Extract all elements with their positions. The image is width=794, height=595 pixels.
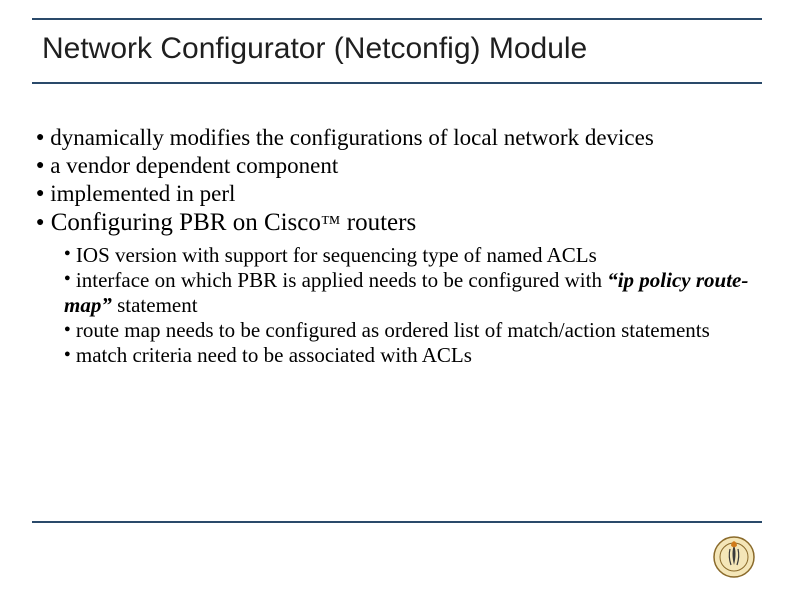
sub-bullet-text: statement [112,293,198,317]
institution-seal-icon [712,535,756,579]
sub-bullet-item: ● route map needs to be configured as or… [64,318,758,343]
bullet-icon: ● [36,158,44,173]
bullet-item: ● a vendor dependent component [36,152,758,180]
bullet-item: ● dynamically modifies the configuration… [36,124,758,152]
sub-body: ● IOS version with support for sequencin… [36,239,758,369]
slide: Network Configurator (Netconfig) Module … [0,0,794,595]
bullet-icon: ● [64,323,71,335]
body-text: ● dynamically modifies the configuration… [32,84,762,369]
sub-bullet-text: route map needs to be configured as orde… [76,318,710,342]
bullet-icon: ● [64,272,71,284]
section-text-suffix: routers [341,209,417,236]
section-text-prefix: Configuring PBR on Cisco [51,209,321,236]
sub-bullet-item: ● match criteria need to be associated w… [64,343,758,368]
bullet-text: implemented in perl [50,181,235,206]
bullet-icon: ● [36,215,44,230]
bullet-item: ● implemented in perl [36,180,758,208]
bullet-text: a vendor dependent component [50,153,338,178]
bullet-text: dynamically modifies the configurations … [50,125,654,150]
sub-bullet-item: ● interface on which PBR is applied need… [64,268,758,318]
bullet-icon: ● [36,130,44,145]
sub-bullet-text: IOS version with support for sequencing … [76,243,597,267]
bullet-icon: ● [64,247,71,259]
sub-bullet-text: match criteria need to be associated wit… [76,343,472,367]
bottom-divider [32,521,762,523]
slide-title: Network Configurator (Netconfig) Module [42,32,752,66]
trademark-symbol: ™ [321,212,341,234]
title-block: Network Configurator (Netconfig) Module [32,18,762,84]
bullet-icon: ● [36,186,44,201]
bullet-icon: ● [64,348,71,360]
sub-bullet-text: interface on which PBR is applied needs … [76,268,607,292]
section-heading: ● Configuring PBR on Cisco™ routers [36,208,758,239]
sub-bullet-item: ● IOS version with support for sequencin… [64,243,758,268]
